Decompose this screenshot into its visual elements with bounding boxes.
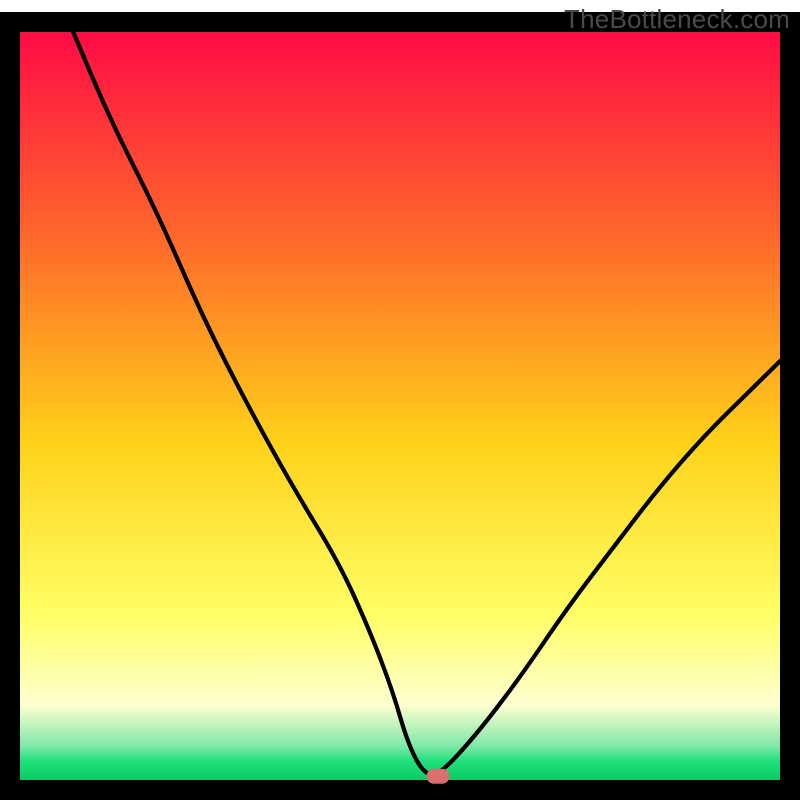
plot-area	[10, 22, 790, 790]
optimum-marker	[427, 769, 449, 783]
watermark-text: TheBottleneck.com	[564, 4, 790, 35]
plot-background	[20, 32, 780, 780]
bottleneck-chart	[0, 0, 800, 800]
